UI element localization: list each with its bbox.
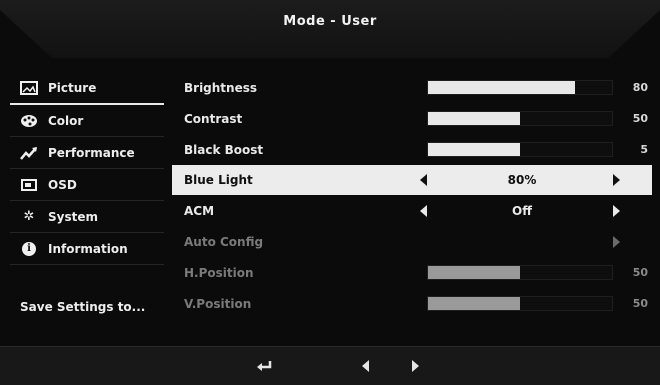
osd-header: Mode - User [0, 0, 660, 58]
h-position-value: 50 [632, 266, 648, 279]
acm-value: Off [512, 203, 532, 218]
blue-light-left-arrow-icon[interactable] [420, 174, 427, 186]
return-icon[interactable] [254, 358, 276, 374]
left-arrow-icon[interactable] [354, 358, 376, 374]
right-arrow-icon[interactable] [404, 358, 426, 374]
acm-row[interactable]: ACM Off [172, 195, 652, 226]
save-settings-button[interactable]: Save Settings to... [20, 300, 145, 314]
v-position-label: V.Position [184, 296, 252, 311]
acm-right-arrow-icon[interactable] [613, 204, 620, 217]
black-boost-row[interactable]: Black Boost 5 [172, 134, 652, 165]
sidebar-item-performance[interactable]: Performance [10, 137, 164, 169]
sidebar-menu: Picture Color Performance OSD ✲ System i… [10, 72, 164, 265]
sidebar-item-label: Information [48, 241, 128, 256]
sidebar-item-system[interactable]: ✲ System [10, 201, 164, 233]
sidebar-item-label: Picture [48, 80, 97, 95]
contrast-slider[interactable] [427, 111, 613, 126]
h-position-slider [427, 265, 613, 280]
brightness-slider[interactable] [427, 80, 613, 95]
acm-label: ACM [184, 203, 215, 218]
info-icon: i [20, 241, 38, 256]
sidebar-item-label: Color [48, 113, 84, 128]
contrast-label: Contrast [184, 111, 243, 126]
v-position-value: 50 [632, 297, 648, 310]
auto-config-arrow-icon [613, 235, 620, 248]
sidebar-item-label: Performance [48, 145, 135, 160]
v-position-row: V.Position 50 [172, 288, 652, 319]
auto-config-label: Auto Config [184, 234, 264, 249]
mode-title: Mode - User [283, 14, 377, 29]
osd-footer [0, 346, 660, 385]
sidebar-item-picture[interactable]: Picture [10, 72, 164, 105]
settings-panel: Brightness 80 Contrast 50 Black Boost 5 … [172, 72, 652, 319]
palette-icon [20, 114, 38, 128]
auto-config-row: Auto Config [172, 226, 652, 257]
sidebar-item-label: OSD [48, 177, 77, 192]
blue-light-label: Blue Light [184, 173, 253, 187]
contrast-row[interactable]: Contrast 50 [172, 103, 652, 134]
brightness-value: 80 [632, 81, 648, 94]
picture-icon [20, 80, 38, 95]
sidebar-item-label: System [48, 209, 98, 224]
sidebar-item-color[interactable]: Color [10, 105, 164, 137]
h-position-label: H.Position [184, 265, 254, 280]
brightness-row[interactable]: Brightness 80 [172, 72, 652, 103]
black-boost-value: 5 [640, 143, 648, 156]
blue-light-right-arrow-icon[interactable] [613, 174, 620, 186]
sidebar-item-osd[interactable]: OSD [10, 169, 164, 201]
h-position-row: H.Position 50 [172, 257, 652, 288]
osd-icon [20, 178, 38, 192]
performance-icon [20, 146, 38, 160]
black-boost-slider[interactable] [427, 142, 613, 157]
v-position-slider [427, 296, 613, 311]
sidebar-item-information[interactable]: i Information [10, 233, 164, 265]
brightness-label: Brightness [184, 80, 258, 95]
acm-left-arrow-icon[interactable] [420, 204, 427, 217]
contrast-value: 50 [632, 112, 648, 125]
blue-light-row[interactable]: Blue Light 80% [172, 165, 652, 195]
gear-icon: ✲ [23, 209, 35, 224]
blue-light-value: 80% [507, 173, 537, 187]
black-boost-label: Black Boost [184, 142, 264, 157]
